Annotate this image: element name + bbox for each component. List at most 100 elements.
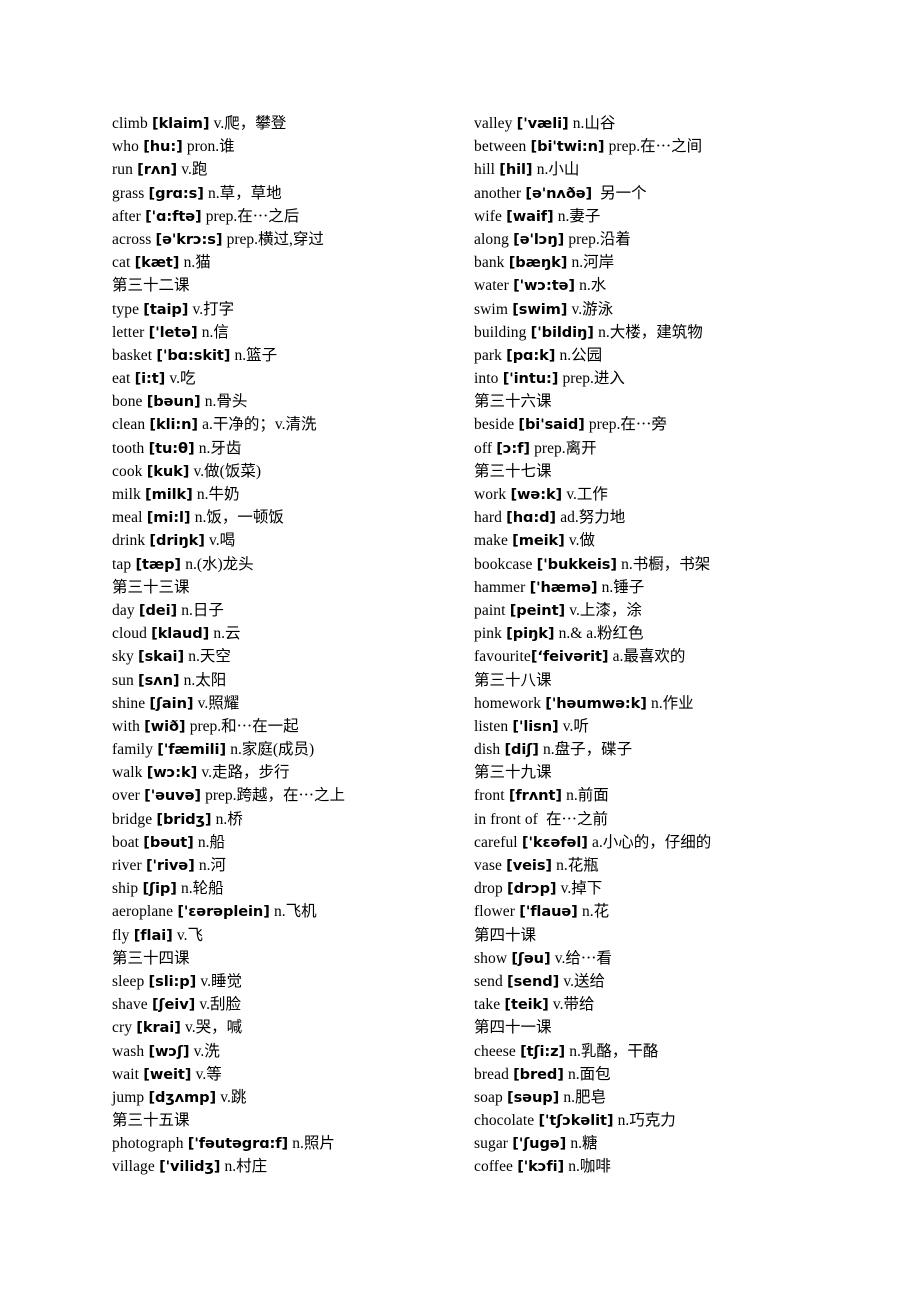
phonetic-transcription: ['hæmə] bbox=[529, 578, 598, 596]
headword: swim bbox=[474, 300, 508, 318]
headword: sun bbox=[112, 671, 134, 689]
phonetic-transcription: [krai] bbox=[136, 1019, 181, 1037]
vocabulary-entry: across [ə'krɔ:s] prep.横过,穿过 bbox=[112, 228, 462, 251]
phonetic-transcription: [sli:p] bbox=[148, 972, 197, 990]
headword: into bbox=[474, 370, 499, 388]
vocabulary-entry: coffee ['kɔfi] n.咖啡 bbox=[474, 1155, 824, 1178]
phonetic-transcription: [hil] bbox=[499, 161, 533, 179]
definition-gloss: v.爬，攀登 bbox=[213, 115, 287, 132]
phonetic-transcription: [tʃi:z] bbox=[520, 1042, 566, 1060]
vocabulary-entry: sleep [sli:p] v.睡觉 bbox=[112, 970, 462, 993]
definition-gloss: v.吃 bbox=[169, 370, 196, 388]
phonetic-transcription: [frʌnt] bbox=[508, 787, 562, 805]
definition-gloss: n.小山 bbox=[536, 161, 580, 179]
vocabulary-entry: with [wið] prep.和⋯在一起 bbox=[112, 715, 462, 738]
definition-gloss: v.跑 bbox=[181, 161, 208, 179]
definition-gloss: v.工作 bbox=[566, 486, 608, 503]
definition-gloss: n.妻子 bbox=[557, 207, 601, 225]
headword: aeroplane bbox=[112, 903, 174, 921]
phonetic-transcription: ['wɔ:tə] bbox=[513, 277, 575, 295]
headword: type bbox=[112, 300, 140, 318]
vocabulary-entry: type [taip] v.打字 bbox=[112, 298, 462, 321]
phonetic-transcription: [grɑ:s] bbox=[148, 184, 204, 202]
phonetic-transcription: ['væli] bbox=[516, 115, 569, 132]
headword: climb bbox=[112, 115, 148, 132]
phonetic-transcription: [bi'said] bbox=[518, 416, 585, 434]
vocabulary-entry: front [frʌnt] n.前面 bbox=[474, 784, 824, 807]
phonetic-transcription: ['fəutəgrɑ:f] bbox=[187, 1135, 289, 1153]
headword: fly bbox=[112, 926, 130, 944]
headword: letter bbox=[112, 323, 145, 341]
lesson-heading-text: 第三十三课 bbox=[112, 578, 190, 596]
phonetic-transcription: ['bildiŋ] bbox=[530, 323, 594, 341]
phonetic-transcription: [bred] bbox=[513, 1065, 564, 1083]
definition-gloss: v.打字 bbox=[192, 300, 235, 318]
headword: drink bbox=[112, 532, 146, 550]
definition-gloss: v.飞 bbox=[176, 926, 203, 944]
phonetic-transcription: [hɑ:d] bbox=[506, 509, 556, 527]
headword: family bbox=[112, 741, 154, 759]
lesson-heading: 第三十四课 bbox=[112, 947, 462, 970]
vocabulary-entry: dish [diʃ] n.盘子，碟子 bbox=[474, 738, 824, 761]
vocabulary-entry: along [ə'lɔŋ] prep.沿着 bbox=[474, 228, 824, 251]
definition-gloss: n.天空 bbox=[188, 648, 231, 666]
headword: boat bbox=[112, 833, 140, 851]
definition-gloss: v.上漆，涂 bbox=[569, 601, 642, 619]
headword: water bbox=[474, 277, 509, 295]
phonetic-transcription: ['əuvə] bbox=[144, 787, 201, 805]
vocabulary-entry: bread [bred] n.面包 bbox=[474, 1063, 824, 1086]
vocabulary-entry: listen ['lisn] v.听 bbox=[474, 715, 824, 738]
lesson-heading-text: 第三十六课 bbox=[474, 393, 552, 411]
headword: basket bbox=[112, 346, 153, 364]
definition-gloss: n.(水)龙头 bbox=[185, 555, 254, 573]
vocabulary-entry: chocolate ['tʃɔkəlit] n.巧克力 bbox=[474, 1109, 824, 1132]
headword: chocolate bbox=[474, 1112, 535, 1130]
headword: wash bbox=[112, 1042, 145, 1060]
phonetic-transcription: [meik] bbox=[512, 532, 565, 550]
lesson-heading: 第三十二课 bbox=[112, 274, 462, 297]
vocabulary-entry: park [pɑ:k] n.公园 bbox=[474, 344, 824, 367]
phonetic-transcription: ['rivə] bbox=[145, 857, 195, 874]
lesson-heading: 第三十八课 bbox=[474, 669, 824, 692]
phonetic-transcription: [pɑ:k] bbox=[506, 346, 556, 364]
definition-gloss: n.乳酪，干酪 bbox=[569, 1042, 659, 1060]
phonetic-transcription: [hu:] bbox=[143, 138, 183, 156]
definition-gloss: v.给⋯看 bbox=[554, 949, 612, 967]
phonetic-transcription: [sʌn] bbox=[138, 671, 180, 689]
definition-gloss: n.山谷 bbox=[572, 115, 616, 132]
phonetic-transcription: [kli:n] bbox=[149, 416, 198, 434]
vocabulary-entry: day [dei] n.日子 bbox=[112, 599, 462, 622]
headword: take bbox=[474, 996, 501, 1014]
phonetic-transcription: ['ʃugə] bbox=[512, 1135, 567, 1153]
definition-gloss: v.做(饭菜) bbox=[193, 462, 261, 480]
vocabulary-entry: wash [wɔʃ] v.洗 bbox=[112, 1040, 462, 1063]
headword: hammer bbox=[474, 578, 526, 596]
headword: sugar bbox=[474, 1135, 509, 1153]
vocabulary-entry: over ['əuvə] prep.跨越，在⋯之上 bbox=[112, 784, 462, 807]
vocabulary-entry: bone [bəun] n.骨头 bbox=[112, 390, 462, 413]
phonetic-transcription: [driŋk] bbox=[149, 532, 205, 550]
vocabulary-entry: wait [weit] v.等 bbox=[112, 1063, 462, 1086]
headword: jump bbox=[112, 1088, 145, 1106]
phrase-entry: in front of 在⋯之前 bbox=[474, 808, 824, 831]
definition-gloss: n.河 bbox=[198, 857, 226, 874]
vocabulary-entry: swim [swim] v.游泳 bbox=[474, 298, 824, 321]
vocabulary-entry: boat [bəut] n.船 bbox=[112, 831, 462, 854]
vocabulary-column-left: climb [klaim] v.爬，攀登 who [hu:] pron.谁 run [rʌn]… bbox=[112, 112, 462, 1179]
headword: cat bbox=[112, 254, 131, 272]
definition-gloss: v.带给 bbox=[552, 996, 595, 1014]
lesson-heading: 第三十三课 bbox=[112, 576, 462, 599]
definition-gloss: v.哭，喊 bbox=[184, 1019, 243, 1037]
vocabulary-entry: pink [piŋk] n.& a.粉红色 bbox=[474, 622, 824, 645]
headword: between bbox=[474, 138, 527, 156]
vocabulary-entry: tap [tæp] n.(水)龙头 bbox=[112, 553, 462, 576]
phonetic-transcription: [klaim] bbox=[152, 115, 210, 132]
definition-gloss: v.听 bbox=[562, 717, 589, 735]
definition-gloss: n.飞机 bbox=[273, 903, 317, 921]
definition-gloss: n.牛奶 bbox=[196, 486, 240, 503]
phonetic-transcription: [drɔp] bbox=[507, 880, 557, 898]
phonetic-transcription: ['bukkeis] bbox=[536, 555, 617, 573]
definition-gloss: n.咖啡 bbox=[568, 1158, 611, 1176]
phonetic-transcription: ['intu:] bbox=[502, 370, 559, 388]
vocabulary-entry: jump [dʒʌmp] v.跳 bbox=[112, 1086, 462, 1109]
